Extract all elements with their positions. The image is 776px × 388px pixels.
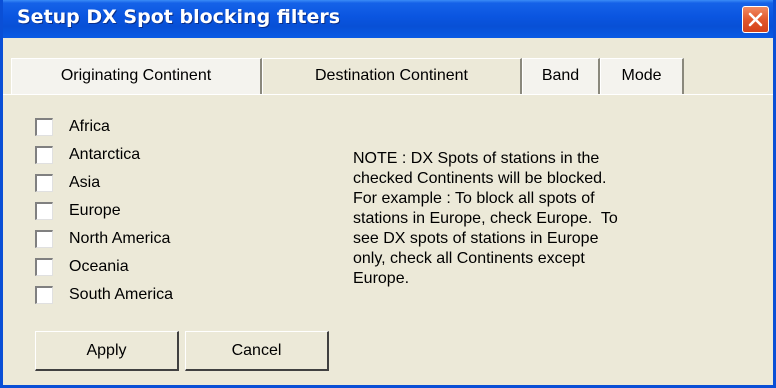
- close-x-icon: [748, 12, 763, 27]
- close-button[interactable]: [742, 6, 769, 33]
- note-line: stations in Europe, check Europe. To: [353, 210, 618, 227]
- tab-band[interactable]: Band: [522, 58, 600, 94]
- destination-continent-panel: Africa Antarctica Asia Europe North Amer…: [3, 95, 773, 385]
- title-bar[interactable]: Setup DX Spot blocking filters: [3, 0, 773, 38]
- note-line: Europe.: [353, 270, 410, 287]
- checkbox-label: Europe: [69, 202, 121, 219]
- note-line: NOTE : DX Spots of stations in the: [353, 150, 600, 167]
- checkbox-box[interactable]: [35, 286, 53, 304]
- checkbox-label: Oceania: [69, 258, 129, 275]
- dialog-window: Setup DX Spot blocking filters Originati…: [0, 0, 776, 388]
- note-line: only, check all Continents except: [353, 250, 585, 267]
- window-title: Setup DX Spot blocking filters: [17, 6, 341, 28]
- tab-destination-continent[interactable]: Destination Continent: [262, 58, 522, 94]
- note-line: checked Continents will be blocked.: [353, 170, 607, 187]
- checkbox-box[interactable]: [35, 202, 53, 220]
- checkbox-label: South America: [69, 286, 174, 303]
- tab-strip: Originating Continent Destination Contin…: [3, 58, 773, 94]
- checkbox-box[interactable]: [35, 230, 53, 248]
- checkbox-box[interactable]: [35, 258, 53, 276]
- checkbox-box[interactable]: [35, 174, 53, 192]
- tab-originating-continent[interactable]: Originating Continent: [11, 58, 262, 94]
- checkbox-label: Africa: [69, 118, 110, 135]
- checkbox-box[interactable]: [35, 146, 53, 164]
- tab-mode[interactable]: Mode: [600, 58, 684, 94]
- checkbox-label: Antarctica: [69, 146, 141, 163]
- checkbox-box[interactable]: [35, 118, 53, 136]
- apply-button[interactable]: Apply: [35, 331, 179, 371]
- checkbox-label: North America: [69, 230, 171, 247]
- note-line: see DX spots of stations in Europe: [353, 230, 599, 247]
- cancel-button[interactable]: Cancel: [185, 331, 329, 371]
- note-text: NOTE : DX Spots of stations in the check…: [353, 149, 723, 289]
- checkbox-label: Asia: [69, 174, 101, 191]
- note-line: For example : To block all spots of: [353, 190, 595, 207]
